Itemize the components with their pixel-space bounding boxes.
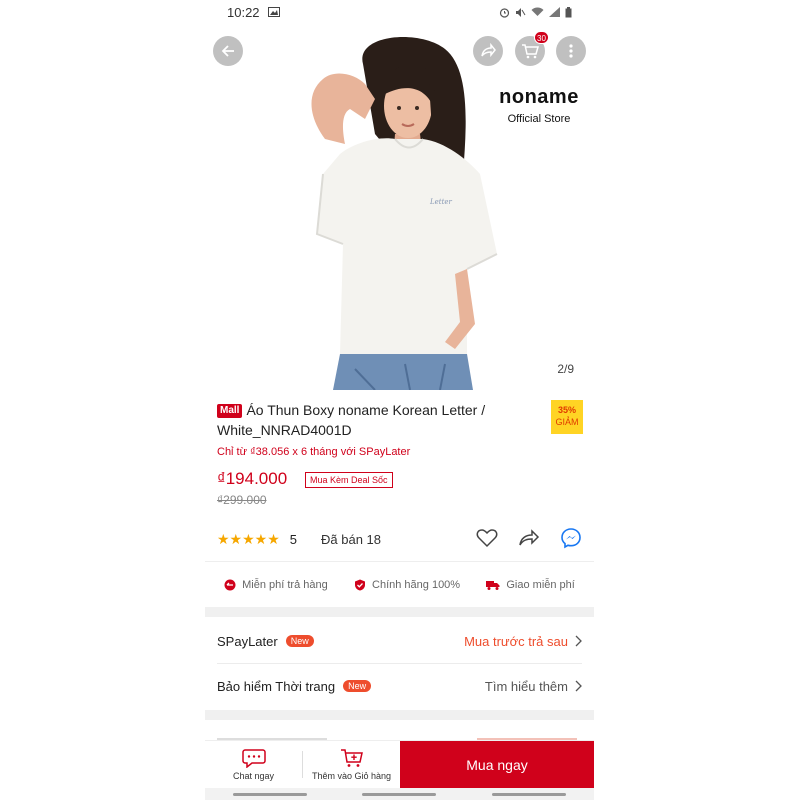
deal-tag[interactable]: Mua Kèm Deal Sốc: [305, 472, 393, 488]
product-photo: Letter: [205, 24, 594, 390]
wifi-icon: [531, 7, 544, 17]
mute-icon: [515, 7, 526, 18]
status-icons: [499, 6, 572, 18]
chevron-right-icon: [575, 635, 582, 647]
product-title: Mall Áo Thun Boxy noname Korean Letter / …: [217, 400, 517, 440]
add-cart-icon: [340, 749, 363, 767]
chat-icon: [241, 749, 266, 768]
share-icon: [481, 43, 496, 58]
discount-badge: 35% GIẢM: [551, 400, 583, 434]
spaylater-label: SPayLater: [217, 633, 278, 649]
image-notification-icon: [267, 7, 280, 17]
chat-button[interactable]: Chat ngay: [205, 741, 302, 788]
return-icon: [224, 579, 236, 590]
messenger-button[interactable]: [560, 527, 582, 552]
nav-handle[interactable]: [492, 792, 567, 796]
messenger-icon: [561, 527, 581, 548]
spaylater-row[interactable]: SPayLater New Mua trước trả sau: [205, 619, 594, 663]
brand-name: noname: [499, 86, 579, 108]
svg-text:Letter: Letter: [429, 198, 453, 206]
buy-now-button[interactable]: Mua ngay: [400, 741, 594, 788]
guarantee-label: Chính hãng 100%: [372, 578, 461, 591]
phone-screen: 10:22 Letter 30 noname Official Store 2/…: [205, 0, 594, 800]
discount-percent: 35%: [557, 405, 576, 415]
shield-icon: [355, 579, 366, 590]
mall-badge: Mall: [217, 404, 243, 418]
rating-row: ★★★★★ 5 Đã bán 18: [217, 527, 582, 552]
spaylater-action[interactable]: Mua trước trả sau: [464, 634, 582, 649]
insurance-action-text: Tìm hiểu thêm: [484, 678, 568, 694]
back-button[interactable]: [213, 36, 243, 66]
heart-icon: [476, 528, 498, 547]
status-time: 10:22: [227, 4, 260, 20]
image-pager: 2/9: [549, 359, 582, 379]
insurance-row[interactable]: Bảo hiểm Thời trang New Tìm hiểu thêm: [205, 664, 594, 708]
section-gap: [205, 607, 594, 617]
guarantee-label: Miễn phí trả hàng: [242, 578, 328, 591]
new-badge: New: [343, 680, 372, 692]
battery-icon: [565, 6, 572, 18]
rating-value: 5: [289, 531, 297, 547]
bottom-action-bar: Chat ngay Thêm vào Giỏ hàng Mua ngay: [205, 740, 594, 788]
original-price: ₫299.000: [217, 493, 267, 507]
system-nav-bar: [205, 788, 594, 800]
current-price: ₫194.000: [217, 469, 288, 488]
more-button[interactable]: [556, 36, 586, 66]
nav-handle[interactable]: [362, 792, 437, 796]
brand-subtitle: Official Store: [507, 113, 571, 125]
share-product-button[interactable]: [518, 528, 540, 551]
cart-button[interactable]: 30: [515, 31, 549, 66]
signal-icon: [549, 7, 560, 17]
arrow-left-icon: [221, 45, 234, 57]
guarantee-authentic: Chính hãng 100%: [354, 579, 460, 591]
insurance-label: Bảo hiểm Thời trang: [217, 678, 336, 694]
truck-icon: [486, 580, 500, 590]
nav-handle[interactable]: [232, 792, 307, 796]
guarantee-bar[interactable]: Miễn phí trả hàng Chính hãng 100% Giao m…: [205, 561, 594, 607]
section-gap: [205, 710, 594, 720]
brand-logo: noname Official Store: [497, 86, 581, 125]
guarantee-label: Giao miễn phí: [506, 578, 575, 591]
product-actions: [476, 527, 582, 552]
rating-stars: ★★★★★: [217, 530, 280, 547]
guarantee-free-return: Miễn phí trả hàng: [224, 579, 328, 591]
more-vertical-icon: [569, 44, 573, 58]
favorite-button[interactable]: [476, 528, 498, 551]
status-bar: 10:22: [205, 0, 594, 24]
share-button[interactable]: [473, 36, 503, 66]
insurance-action[interactable]: Tìm hiểu thêm: [485, 679, 582, 694]
spaylater-action-text: Mua trước trả sau: [464, 633, 568, 649]
chevron-right-icon: [575, 680, 582, 692]
new-badge: New: [285, 635, 314, 647]
guarantee-free-shipping: Giao miễn phí: [486, 578, 575, 591]
product-title-text: Áo Thun Boxy noname Korean Letter / Whit…: [217, 402, 486, 438]
cart-icon: [522, 44, 539, 59]
chat-label: Chat ngay: [232, 771, 275, 781]
discount-label: GIẢM: [555, 417, 579, 427]
add-to-cart-label: Thêm vào Giỏ hàng: [311, 771, 392, 781]
alarm-icon: [499, 7, 510, 18]
cart-count-badge: 30: [534, 31, 549, 44]
sold-count: Đã bán 18: [321, 531, 381, 547]
installment-note: Chỉ từ ₫38.056 x 6 tháng với SPayLater: [217, 446, 411, 458]
add-to-cart-button[interactable]: Thêm vào Giỏ hàng: [303, 741, 400, 788]
share-arrow-icon: [519, 528, 540, 545]
product-image-carousel[interactable]: Letter 30 noname Official Store 2/9: [205, 24, 594, 390]
